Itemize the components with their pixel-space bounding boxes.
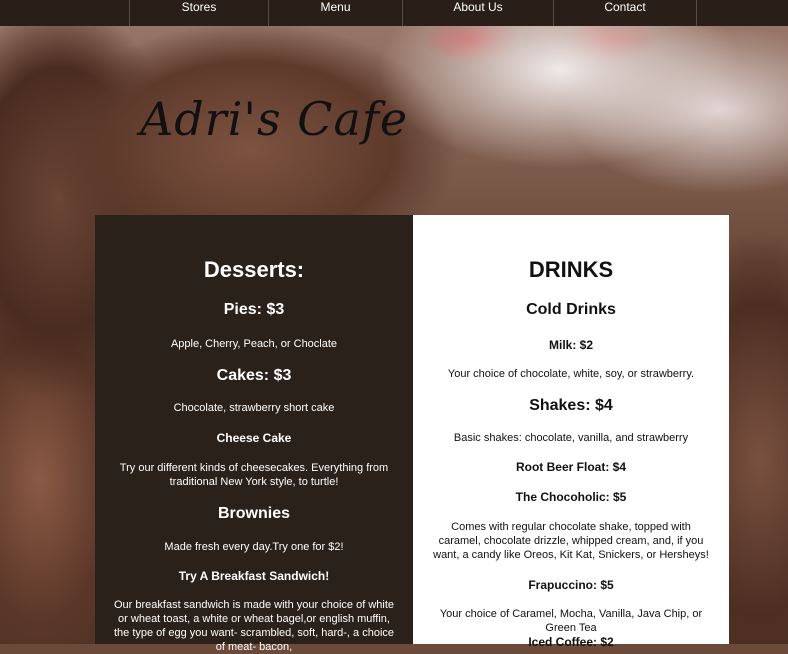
breakfast-description: Our breakfast sandwich is made with your… — [113, 599, 395, 653]
drinks-panel: DRINKS Cold Drinks Milk: $2 Your choice … — [413, 215, 729, 649]
milk-heading: Milk: $2 — [548, 338, 593, 352]
desserts-heading: Desserts: — [203, 257, 305, 282]
brownies-heading: Brownies — [217, 505, 290, 522]
nav-item-contact[interactable]: Contact — [553, 0, 697, 26]
pies-description: Apple, Cherry, Peach, or Choclate — [170, 338, 338, 350]
root-beer-float-heading: Root Beer Float: $4 — [515, 460, 626, 474]
shakes-heading: Shakes: $4 — [529, 397, 613, 414]
cheesecake-heading: Cheese Cake — [216, 431, 292, 445]
milk-description: Your choice of chocolate, white, soy, or… — [447, 368, 695, 380]
nav-item-stores[interactable]: Stores — [129, 0, 268, 26]
frapuccino-heading: Frapuccino: $5 — [528, 578, 614, 592]
frapuccino-description: Your choice of Caramel, Mocha, Vanilla, … — [439, 608, 703, 634]
chocoholic-heading: The Chocoholic: $5 — [515, 490, 627, 504]
top-navigation: Stores Menu About Us Contact — [0, 0, 788, 26]
nav-item-about-us[interactable]: About Us — [402, 0, 553, 26]
cold-drinks-heading: Cold Drinks — [526, 301, 616, 318]
site-logo: Adri's Cafe — [140, 92, 409, 146]
nav-item-menu[interactable]: Menu — [268, 0, 402, 26]
cakes-description: Chocolate, strawberry short cake — [173, 402, 335, 414]
breakfast-heading: Try A Breakfast Sandwich! — [178, 569, 330, 583]
cakes-heading: Cakes: $3 — [216, 367, 292, 384]
chocoholic-description: Comes with regular chocolate shake, topp… — [433, 521, 709, 561]
brownies-description: Made fresh every day.Try one for $2! — [164, 541, 344, 553]
shakes-description: Basic shakes: chocolate, vanilla, and st… — [453, 432, 689, 444]
pies-heading: Pies: $3 — [223, 301, 285, 318]
drinks-heading: DRINKS — [528, 257, 614, 282]
iced-coffee-heading: Iced Coffee: $2 — [528, 635, 614, 649]
desserts-panel: Desserts: Pies: $3 Apple, Cherry, Peach,… — [95, 215, 413, 653]
cheesecake-description: Try our different kinds of cheesecakes. … — [119, 462, 389, 488]
